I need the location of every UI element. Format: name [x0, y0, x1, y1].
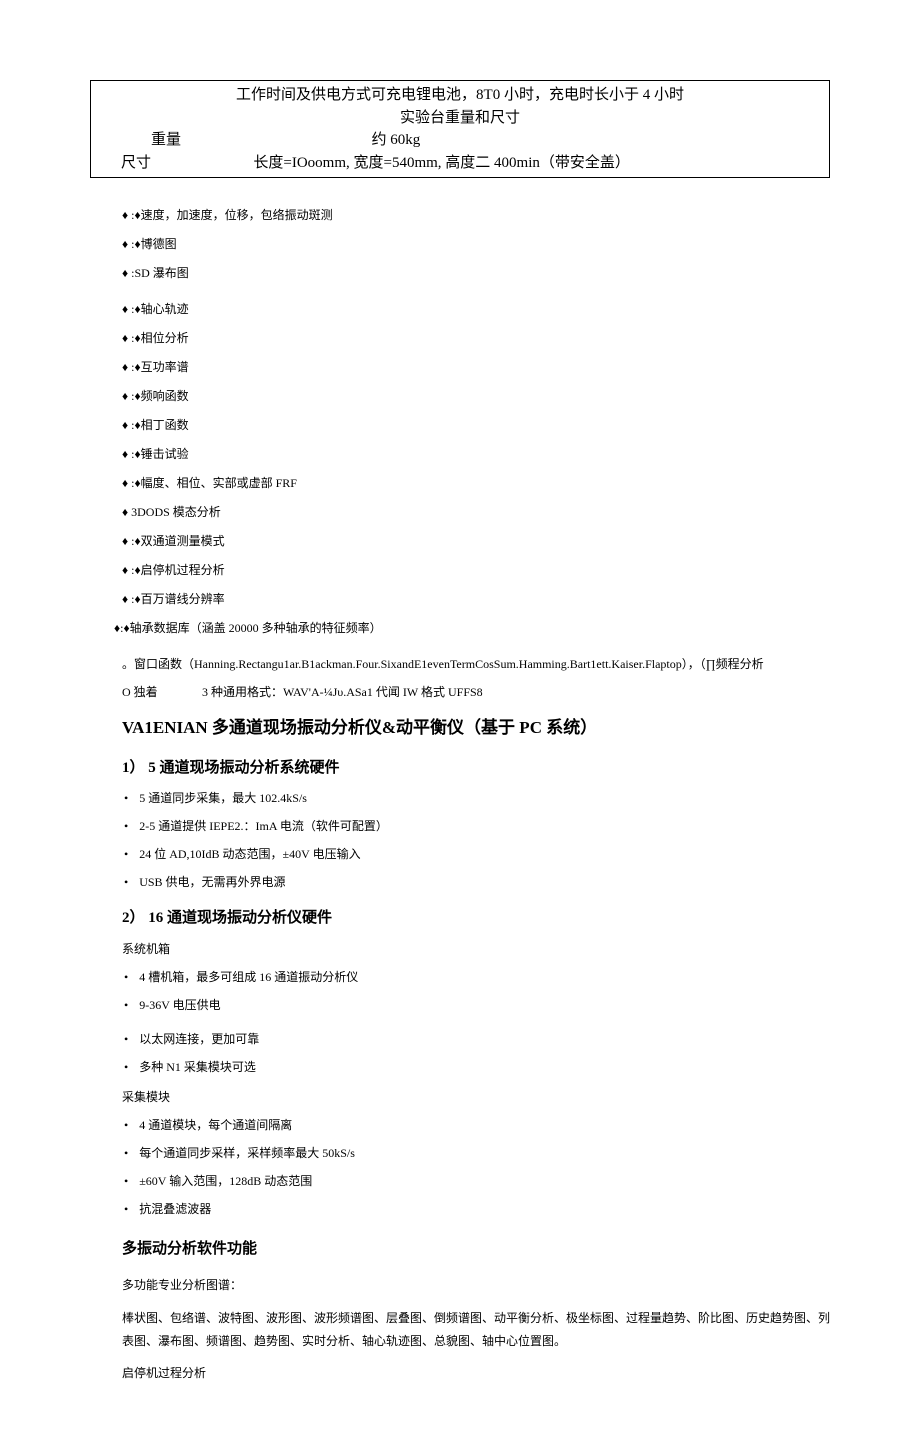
table-row-2: 实验台重量和尺寸	[91, 107, 829, 130]
list-item: ♦:♦轴承数据库（涵盖 20000 多种轴承的特征频率）	[114, 619, 830, 637]
hw-5ch-heading: 1） 5 通道现场振动分析系统硬件	[122, 757, 830, 780]
format-label: O 独着	[122, 683, 202, 701]
weight-value: 约 60kg	[371, 129, 829, 152]
list-item: ♦ :♦启停机过程分析	[122, 561, 830, 579]
module-list: 4 通道模块，每个通道间隔离 每个通道同步采样，采样频率最大 50kS/s ±6…	[140, 1116, 830, 1218]
list-item: ♦ :♦幅度、相位、实部或虚部 FRF	[122, 474, 830, 492]
spec-table: 工作时间及供电方式可充电锂电池，8T0 小时，充电时长小于 4 小时 实验台重量…	[90, 80, 830, 178]
module-label: 采集模块	[122, 1088, 830, 1106]
list-item: 抗混叠滤波器	[140, 1200, 830, 1218]
list-item: 多种 N1 采集模块可选	[140, 1058, 830, 1076]
software-p2: 棒状图、包络谱、波特图、波形图、波形频谱图、层叠图、倒频谱图、动平衡分析、极坐标…	[122, 1307, 830, 1353]
list-item: 2-5 通道提供 IEPE2.：ImA 电流（软件可配置）	[140, 817, 830, 835]
list-item: 4 槽机箱，最多可组成 16 通道振动分析仪	[140, 968, 830, 986]
list-item: ♦ :♦频响函数	[122, 387, 830, 405]
software-heading: 多振动分析软件功能	[122, 1238, 830, 1261]
table-row-dimensions: 尺寸 长度=IOoomm, 宽度=540mm, 高度二 400min（带安全盖）	[91, 152, 829, 175]
section-title: VA1ENIAN 多通道现场振动分析仪&动平衡仪（基于 PC 系统）	[122, 715, 830, 741]
list-item: ±60V 输入范围，128dB 动态范围	[140, 1172, 830, 1190]
list-item: 9-36V 电压供电	[140, 996, 830, 1014]
table-row-1: 工作时间及供电方式可充电锂电池，8T0 小时，充电时长小于 4 小时	[91, 84, 829, 107]
weight-label: 重量	[91, 129, 371, 152]
dim-value: 长度=IOoomm, 宽度=540mm, 高度二 400min（带安全盖）	[253, 152, 829, 175]
list-item: ♦ :♦轴心轨迹	[122, 300, 830, 318]
list-item: ♦ :♦双通道测量模式	[122, 532, 830, 550]
list-item: ♦ :♦相丁函数	[122, 416, 830, 434]
list-item: 5 通道同步采集，最大 102.4kS/s	[140, 789, 830, 807]
list-item: ♦ :♦锤击试验	[122, 445, 830, 463]
list-item: 以太网连接，更加可靠	[140, 1030, 830, 1048]
list-item: ♦ :♦速度，加速度，位移，包络振动斑测	[122, 206, 830, 224]
table-row-weight: 重量 约 60kg	[91, 129, 829, 152]
list-item: 每个通道同步采样，采样频率最大 50kS/s	[140, 1144, 830, 1162]
hw-16ch-heading: 2） 16 通道现场振动分析仪硬件	[122, 907, 830, 930]
dim-label: 尺寸	[91, 152, 253, 175]
list-item: USB 供电，无需再外界电源	[140, 873, 830, 891]
feature-list: ♦ :♦速度，加速度，位移，包络振动斑测 ♦ :♦博德图 ♦ :SD 瀑布图 ♦…	[122, 206, 830, 637]
list-item: ♦ :♦百万谱线分辨率	[122, 590, 830, 608]
list-item: 4 通道模块，每个通道间隔离	[140, 1116, 830, 1134]
format-line: O 独着 3 种通用格式：WAV'A-¼Jυ.ASa1 代闻 IW 格式 UFF…	[122, 683, 830, 701]
chassis-label: 系统机箱	[122, 940, 830, 958]
software-p3: 启停机过程分析	[122, 1362, 830, 1385]
list-item: 24 位 AD,10IdB 动态范围，±40V 电压输入	[140, 845, 830, 863]
list-item: ♦ :SD 瀑布图	[122, 264, 830, 282]
list-item: ♦ 3DODS 模态分析	[122, 503, 830, 521]
hw-5ch-list: 5 通道同步采集，最大 102.4kS/s 2-5 通道提供 IEPE2.：Im…	[140, 789, 830, 891]
window-function-line: 。窗口函数（Hanning.Rectangu1ar.B1ackman.Four.…	[122, 655, 830, 673]
list-item: ♦ :♦博德图	[122, 235, 830, 253]
list-item: ♦ :♦相位分析	[122, 329, 830, 347]
chassis-list: 4 槽机箱，最多可组成 16 通道振动分析仪 9-36V 电压供电 以太网连接，…	[140, 968, 830, 1076]
list-item: ♦ :♦互功率谱	[122, 358, 830, 376]
software-p1: 多功能专业分析图谱：	[122, 1274, 830, 1297]
format-value: 3 种通用格式：WAV'A-¼Jυ.ASa1 代闻 IW 格式 UFFS8	[202, 683, 483, 701]
